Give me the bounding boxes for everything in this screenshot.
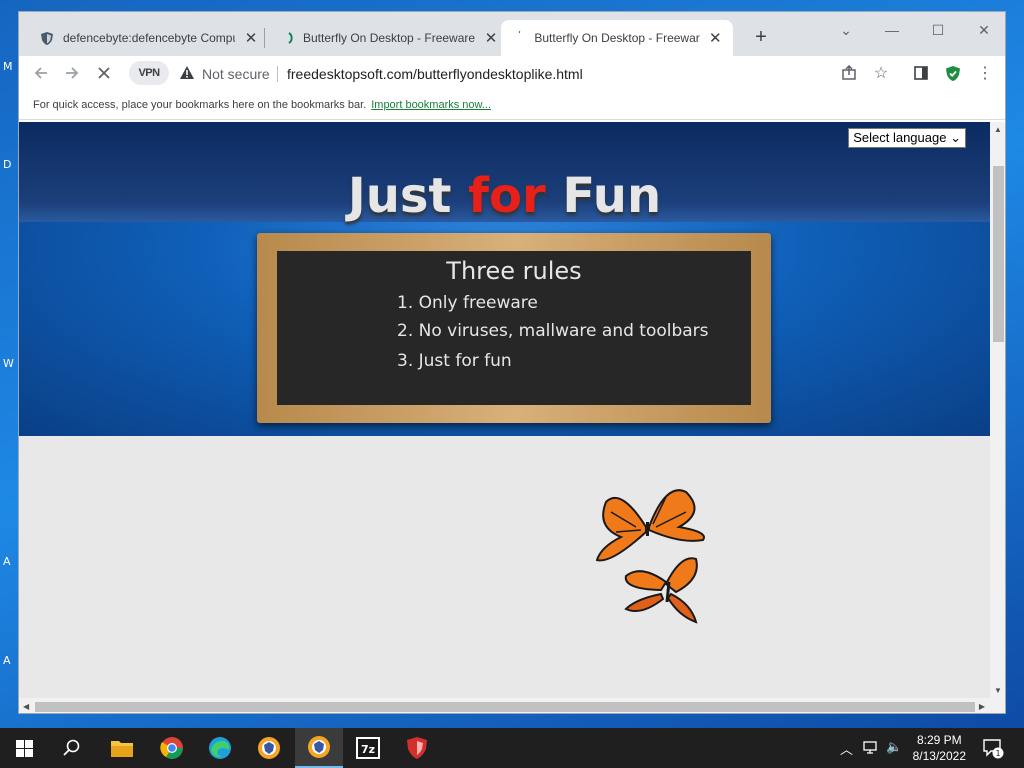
security-app-icon[interactable] (393, 728, 441, 768)
language-select[interactable]: Select language ⌄ (848, 128, 966, 148)
rule-item: 3. Just for fun (397, 351, 512, 371)
brave-browser-icon[interactable] (245, 728, 293, 768)
volume-icon[interactable]: 🔈 (886, 739, 902, 755)
security-status[interactable]: Not secure (202, 66, 270, 82)
extension-shield-icon[interactable] (943, 63, 963, 83)
tab-butterfly-1[interactable]: Butterfly On Desktop - Freeware ✕ (269, 20, 509, 56)
vertical-scrollbar[interactable]: ▲ ▼ (990, 122, 1005, 698)
tab-title: Butterfly On Desktop - Freeware (303, 31, 475, 45)
maximize-icon[interactable]: ☐ (915, 18, 961, 42)
notification-count: 1 (995, 749, 1000, 758)
scroll-down-icon[interactable]: ▼ (994, 686, 1002, 695)
title-fun: Fun (545, 168, 662, 224)
close-window-icon[interactable]: ✕ (961, 18, 1005, 42)
bookmarks-message: For quick access, place your bookmarks h… (33, 98, 367, 111)
browser-window: defencebyte:defencebyte Compu ✕ Butterfl… (18, 11, 1006, 714)
vertical-scroll-thumb[interactable] (993, 166, 1004, 342)
address-bar[interactable]: freedesktopsoft.com/butterflyondesktopli… (287, 66, 583, 82)
warning-icon[interactable] (179, 65, 195, 85)
title-just: Just (347, 168, 469, 224)
loading-icon (279, 30, 295, 46)
scroll-left-icon[interactable]: ◀ (23, 702, 29, 711)
shield-icon (39, 30, 55, 46)
tab-title: Butterfly On Desktop - Freeware (534, 31, 700, 45)
clock-date: 8/13/2022 (912, 749, 966, 763)
svg-text:7z: 7z (361, 743, 375, 756)
forward-icon[interactable] (62, 63, 82, 83)
windows-start-icon[interactable] (0, 728, 48, 768)
close-icon[interactable]: ✕ (708, 29, 723, 47)
rule-item: 2. No viruses, mallware and toolbars (397, 321, 709, 341)
chrome-icon[interactable] (148, 728, 196, 768)
loading-icon (511, 30, 526, 46)
tab-butterfly-active[interactable]: Butterfly On Desktop - Freeware ✕ (501, 20, 733, 56)
side-panel-icon[interactable] (911, 63, 931, 83)
tab-strip: defencebyte:defencebyte Compu ✕ Butterfl… (19, 12, 1005, 56)
network-icon[interactable] (862, 739, 880, 758)
system-clock[interactable]: 8:29 PM 8/13/2022 (913, 732, 966, 764)
desktop-icon-label: D (3, 158, 12, 171)
page-viewport: Select language ⌄ Just for Fun Three rul… (19, 122, 1005, 713)
rule-item: 1. Only freeware (397, 293, 538, 313)
clock-time: 8:29 PM (916, 733, 962, 747)
search-icon[interactable] (48, 728, 96, 768)
menu-icon[interactable]: ⋮ (975, 63, 995, 83)
butterfly-image (595, 489, 705, 624)
desktop-icon-label: W (3, 357, 14, 370)
hero-banner: Select language ⌄ Just for Fun Three rul… (19, 122, 990, 436)
taskbar: 7z ︿ 🔈 8:29 PM 8/13/2022 1 (0, 728, 1024, 768)
import-bookmarks-link[interactable]: Import bookmarks now... (371, 99, 491, 111)
browser-taskbar-icon[interactable] (295, 728, 343, 768)
back-icon[interactable] (31, 63, 51, 83)
chevron-down-icon: ⌄ (950, 130, 961, 145)
share-icon[interactable] (839, 63, 859, 83)
file-explorer-icon[interactable] (98, 728, 146, 768)
bookmarks-bar: For quick access, place your bookmarks h… (19, 90, 1005, 120)
new-tab-button[interactable]: + (749, 26, 773, 49)
page-title: Just for Fun (19, 168, 990, 224)
bookmark-star-icon[interactable]: ☆ (871, 63, 891, 83)
horizontal-scrollbar[interactable]: ◀ ▶ (19, 698, 1005, 713)
desktop-icon-label: A (3, 654, 11, 667)
tab-search-icon[interactable]: ⌄ (823, 18, 869, 42)
chalkboard: Three rules 1. Only freeware 2. No virus… (257, 233, 771, 423)
close-icon[interactable]: ✕ (243, 29, 259, 47)
tab-defencebyte[interactable]: defencebyte:defencebyte Compu ✕ (29, 20, 269, 56)
desktop-icon-label: M (3, 60, 13, 73)
7zip-icon[interactable]: 7z (344, 728, 392, 768)
language-select-label: Select language (853, 130, 947, 145)
tab-title: defencebyte:defencebyte Compu (63, 31, 235, 45)
close-icon[interactable]: ✕ (483, 29, 499, 47)
edge-icon[interactable] (196, 728, 244, 768)
notification-icon[interactable]: 1 (982, 737, 1004, 762)
minimize-icon[interactable]: — (869, 18, 915, 42)
browser-toolbar: VPN Not secure freedesktopsoft.com/butte… (19, 56, 1005, 90)
scroll-up-icon[interactable]: ▲ (994, 125, 1002, 134)
scroll-right-icon[interactable]: ▶ (979, 702, 985, 711)
board-title: Three rules (446, 257, 582, 285)
desktop-icon-label: A (3, 555, 11, 568)
horizontal-scroll-thumb[interactable] (35, 702, 975, 712)
title-for: for (468, 168, 546, 224)
vpn-button[interactable]: VPN (129, 61, 169, 85)
stop-icon[interactable] (94, 63, 114, 83)
chevron-up-icon[interactable]: ︿ (840, 739, 853, 758)
content-area (19, 436, 990, 698)
